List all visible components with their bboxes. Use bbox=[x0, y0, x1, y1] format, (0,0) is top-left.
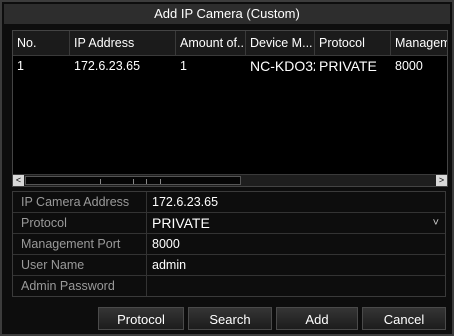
thumb-grip bbox=[100, 179, 101, 184]
camera-settings-form: IP Camera Address 172.6.23.65 Protocol P… bbox=[12, 191, 446, 297]
thumb-grip bbox=[146, 179, 147, 184]
thumb-grip bbox=[133, 179, 134, 184]
cell-ip-address: 172.6.23.65 bbox=[74, 59, 141, 73]
column-header-ip-address[interactable]: IP Address bbox=[70, 31, 176, 55]
cell-no: 1 bbox=[17, 59, 24, 73]
table-row[interactable]: 1 172.6.23.65 1 NC-KDO32 PRIVATE 8000 bbox=[13, 56, 447, 76]
cell-protocol: PRIVATE bbox=[319, 58, 377, 74]
user-name-label: User Name bbox=[13, 255, 147, 275]
search-button[interactable]: Search bbox=[188, 307, 272, 330]
table-header: No. IP Address Amount of... Device M... … bbox=[13, 31, 447, 56]
dialog-title: Add IP Camera (Custom) bbox=[4, 4, 450, 24]
cell-device-model: NC-KDO32 bbox=[250, 58, 315, 74]
ip-camera-address-row: IP Camera Address 172.6.23.65 bbox=[13, 192, 445, 213]
column-header-protocol[interactable]: Protocol bbox=[315, 31, 391, 55]
camera-table[interactable]: No. IP Address Amount of... Device M... … bbox=[12, 30, 448, 187]
protocol-select[interactable]: PRIVATE ˅ bbox=[147, 213, 445, 233]
admin-password-label: Admin Password bbox=[13, 276, 147, 296]
admin-password-row: Admin Password bbox=[13, 276, 445, 297]
cancel-button[interactable]: Cancel bbox=[362, 307, 446, 330]
scroll-left-icon[interactable]: < bbox=[13, 175, 24, 186]
cell-amount: 1 bbox=[180, 59, 187, 73]
user-name-row: User Name admin bbox=[13, 255, 445, 276]
scroll-thumb[interactable] bbox=[25, 176, 241, 185]
add-ip-camera-dialog: Add IP Camera (Custom) No. IP Address Am… bbox=[0, 0, 454, 336]
column-header-device-model[interactable]: Device M... bbox=[246, 31, 315, 55]
chevron-down-icon[interactable]: ˅ bbox=[433, 213, 439, 233]
protocol-button[interactable]: Protocol bbox=[98, 307, 184, 330]
ip-camera-address-field[interactable]: 172.6.23.65 bbox=[147, 192, 445, 212]
column-header-amount[interactable]: Amount of... bbox=[176, 31, 246, 55]
add-button[interactable]: Add bbox=[276, 307, 358, 330]
protocol-row: Protocol PRIVATE ˅ bbox=[13, 213, 445, 234]
column-header-no[interactable]: No. bbox=[13, 31, 70, 55]
ip-camera-address-label: IP Camera Address bbox=[13, 192, 147, 212]
protocol-label: Protocol bbox=[13, 213, 147, 233]
cell-management: 8000 bbox=[395, 59, 423, 73]
management-port-label: Management Port bbox=[13, 234, 147, 254]
scroll-right-icon[interactable]: > bbox=[436, 175, 447, 186]
thumb-grip bbox=[160, 179, 161, 184]
management-port-field[interactable]: 8000 bbox=[147, 234, 445, 254]
user-name-field[interactable]: admin bbox=[147, 255, 445, 275]
management-port-row: Management Port 8000 bbox=[13, 234, 445, 255]
column-header-management[interactable]: Managem bbox=[391, 31, 447, 55]
horizontal-scrollbar[interactable]: < > bbox=[13, 174, 447, 186]
protocol-select-value: PRIVATE bbox=[152, 215, 210, 231]
admin-password-field[interactable] bbox=[147, 276, 445, 296]
